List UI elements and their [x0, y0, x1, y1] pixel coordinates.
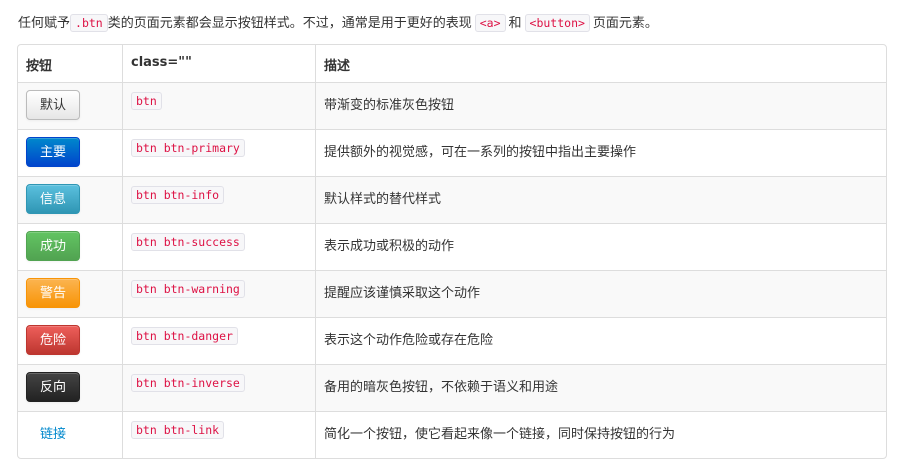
- intro-part-2: 类的页面元素都会显示按钮样式。不过，通常是用于更好的表现: [107, 16, 472, 31]
- header-button: 按钮: [26, 59, 53, 74]
- warning-button[interactable]: 警告: [26, 278, 80, 308]
- table-row: 链接 btn btn-link 简化一个按钮，使它看起来像一个链接，同时保持按钮…: [18, 411, 886, 458]
- danger-button[interactable]: 危险: [26, 325, 80, 355]
- code-a-tag: <a>: [474, 14, 506, 32]
- row-description: 表示这个动作危险或存在危险: [315, 317, 886, 364]
- row-description: 带渐变的标准灰色按钮: [315, 82, 886, 129]
- table-row: 警告 btn btn-warning 提醒应该谨慎采取这个动作: [18, 270, 886, 317]
- class-code: btn btn-inverse: [131, 374, 245, 392]
- link-button[interactable]: 链接: [26, 419, 80, 449]
- intro-part-1: 任何赋予: [18, 16, 71, 31]
- button-styles-table: 按钮 class="" 描述 默认 btn 带渐变的标准灰色按钮 主要 btn …: [17, 44, 887, 459]
- intro-and: 和: [508, 16, 522, 31]
- row-description: 默认样式的替代样式: [315, 176, 886, 223]
- row-description: 表示成功或积极的动作: [315, 223, 886, 270]
- table-row: 危险 btn btn-danger 表示这个动作危险或存在危险: [18, 317, 886, 364]
- class-code: btn btn-warning: [131, 280, 245, 298]
- code-btn-class: .btn: [70, 14, 108, 32]
- table-row: 反向 btn btn-inverse 备用的暗灰色按钮，不依赖于语义和用途: [18, 364, 886, 411]
- table-header-row: 按钮 class="" 描述: [18, 45, 886, 82]
- class-code: btn btn-link: [131, 421, 225, 439]
- row-description: 提供额外的视觉感，可在一系列的按钮中指出主要操作: [315, 129, 886, 176]
- row-description: 提醒应该谨慎采取这个动作: [315, 270, 886, 317]
- header-class: class="": [122, 45, 315, 82]
- header-description: 描述: [315, 45, 886, 82]
- default-button[interactable]: 默认: [26, 90, 80, 120]
- row-description: 备用的暗灰色按钮，不依赖于语义和用途: [315, 364, 886, 411]
- class-code: btn btn-danger: [131, 327, 238, 345]
- info-button[interactable]: 信息: [26, 184, 80, 214]
- intro-text: 任何赋予 .btn 类的页面元素都会显示按钮样式。不过，通常是用于更好的表现 <a> 和…: [18, 13, 658, 34]
- class-code: btn: [131, 92, 162, 110]
- class-code: btn btn-info: [131, 186, 225, 204]
- code-button-tag: <button>: [524, 14, 590, 32]
- success-button[interactable]: 成功: [26, 231, 80, 261]
- primary-button[interactable]: 主要: [26, 137, 80, 167]
- intro-part-3: 页面元素。: [592, 16, 658, 31]
- table-row: 默认 btn 带渐变的标准灰色按钮: [18, 82, 886, 129]
- row-description: 简化一个按钮，使它看起来像一个链接，同时保持按钮的行为: [315, 411, 886, 458]
- inverse-button[interactable]: 反向: [26, 372, 80, 402]
- table-row: 成功 btn btn-success 表示成功或积极的动作: [18, 223, 886, 270]
- table-row: 信息 btn btn-info 默认样式的替代样式: [18, 176, 886, 223]
- table-row: 主要 btn btn-primary 提供额外的视觉感，可在一系列的按钮中指出主…: [18, 129, 886, 176]
- class-code: btn btn-success: [131, 233, 245, 251]
- class-code: btn btn-primary: [131, 139, 245, 157]
